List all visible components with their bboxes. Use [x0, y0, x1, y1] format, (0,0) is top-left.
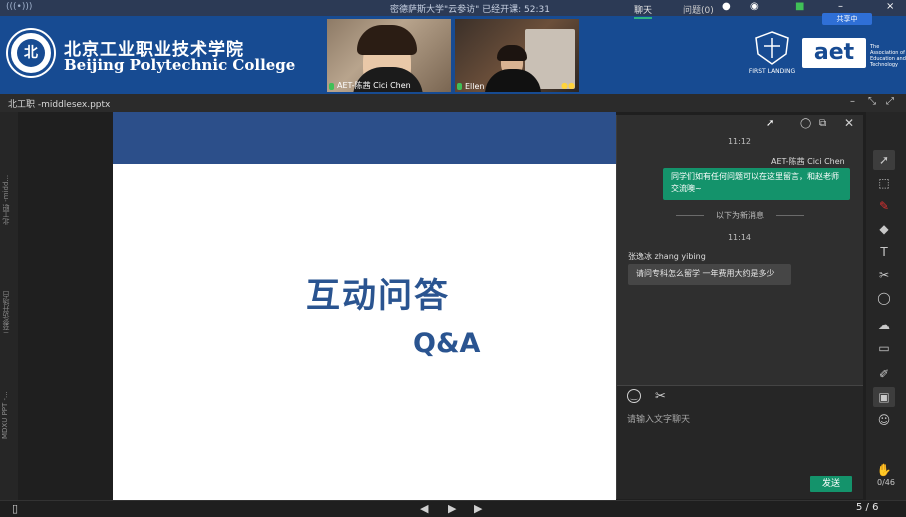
cursor-icon: ➚ — [766, 118, 775, 129]
message-sender: 张逸冰 zhang yibing — [628, 252, 706, 261]
scissors-tool-icon[interactable]: ✂ — [873, 265, 895, 285]
college-name-en: Beijing Polytechnic College — [64, 56, 296, 74]
incoming-message: 请问专科怎么留学 一年费用大约是多少 — [628, 264, 791, 285]
system-topbar: (((•))) 密德萨斯大学"云参访" 已经开课: 52:31 ● ◉ ■ – … — [0, 0, 906, 16]
aet-description: The Association of Education and Technol… — [870, 44, 906, 68]
edit-icon[interactable]: ✐ — [873, 364, 895, 384]
emoji-icon[interactable]: ‿ — [627, 389, 641, 403]
screenshot-scissors-icon[interactable]: ✂ — [655, 389, 666, 404]
text-tool-icon[interactable]: T — [873, 242, 895, 262]
video-tile-ellen[interactable]: Ellen ●● — [455, 19, 579, 92]
chat-bubble-icon[interactable]: ◯ — [800, 118, 811, 129]
send-button[interactable]: 发送 — [810, 476, 852, 492]
video-name-label: Ellen — [465, 82, 485, 91]
sidebar-toggle-icon[interactable]: ▯ — [12, 502, 18, 515]
cloud-icon[interactable]: ☁ — [873, 315, 895, 335]
signal-badge: ●● — [561, 81, 575, 90]
minimize-icon[interactable]: – — [850, 96, 855, 107]
meeting-status: 密德萨斯大学"云参访" 已经开课: 52:31 — [390, 5, 550, 15]
outgoing-message: 同学们如有任何问题可以在这里留言，和赵老师交流噢~ — [663, 168, 850, 200]
document-title: 北工职 -middlesex.pptx — [8, 100, 111, 110]
page-indicator: 5 / 6 — [856, 502, 879, 513]
collapse-icon[interactable]: ⤡ — [868, 96, 876, 107]
next-slide-icon[interactable]: ▶ — [474, 502, 482, 515]
eraser-icon[interactable]: ◆ — [873, 219, 895, 239]
close-window-icon[interactable]: × — [886, 1, 894, 12]
minimize-window-icon[interactable]: – — [838, 1, 843, 12]
mic-on-icon — [329, 83, 334, 90]
close-chat-icon[interactable]: ✕ — [844, 116, 854, 130]
camera-icon[interactable]: ◉ — [750, 1, 759, 12]
college-logo: 北 — [8, 30, 54, 76]
signal-indicator: (((•))) — [6, 2, 33, 12]
mic-on-icon — [457, 83, 462, 90]
new-messages-divider: 以下为新消息 — [676, 210, 804, 221]
doc-tab-3[interactable]: MDXU PPT -... — [1, 380, 17, 450]
raise-hand-icon[interactable]: ✋ — [873, 460, 895, 480]
chat-tool-icon[interactable]: ▣ — [873, 387, 895, 407]
pen-tool-icon[interactable]: ✎ — [873, 196, 895, 216]
recording-icon[interactable]: ■ — [795, 1, 804, 12]
popout-icon[interactable]: ⧉ — [819, 118, 826, 129]
slide-header-band — [113, 112, 616, 164]
chat-input[interactable]: 请输入文字聊天 — [627, 412, 690, 425]
message-sender: AET-陈茜 Cici Chen — [771, 157, 845, 166]
select-area-icon[interactable]: ⬚ — [873, 173, 895, 193]
aet-logo: aet — [802, 38, 866, 68]
share-badge[interactable]: 共享中 — [822, 13, 872, 25]
doc-tab-2[interactable]: 云参访开场白 — [1, 272, 17, 352]
document-tab-strip: 北工职 -midd... 云参访开场白 MDXU PPT -... — [0, 112, 18, 500]
record-icon[interactable]: ◯ — [873, 288, 895, 308]
message-time: 11:14 — [727, 233, 752, 242]
video-name-label: AET-陈茜 Cici Chen — [337, 81, 411, 90]
mic-icon[interactable]: ● — [722, 1, 731, 12]
first-landing-logo: FIRST LANDING — [748, 30, 796, 82]
tab-chat[interactable]: 聊天 — [634, 3, 653, 19]
play-icon[interactable]: ▶ — [448, 502, 456, 515]
fullscreen-icon[interactable]: ⤢ — [886, 96, 894, 107]
tab-questions[interactable]: 问题(0) — [683, 3, 714, 16]
video-tile-cici[interactable]: AET-陈茜 Cici Chen — [327, 19, 451, 92]
hand-counter: 0/46 — [877, 478, 895, 487]
document-titlebar: 北工职 -middlesex.pptx – ⤡ ⤢ — [0, 94, 906, 112]
slide-title: 互动问答 — [306, 276, 450, 316]
members-icon[interactable]: ☺ — [873, 410, 895, 430]
pointer-tool-icon[interactable]: ➚ — [873, 150, 895, 170]
message-time: 11:12 — [727, 137, 752, 146]
toolbox-icon[interactable]: ▭ — [873, 338, 895, 358]
shield-icon — [755, 31, 789, 65]
previous-slide-icon[interactable]: ◀ — [420, 502, 428, 515]
doc-tab-1[interactable]: 北工职 -midd... — [1, 160, 17, 240]
